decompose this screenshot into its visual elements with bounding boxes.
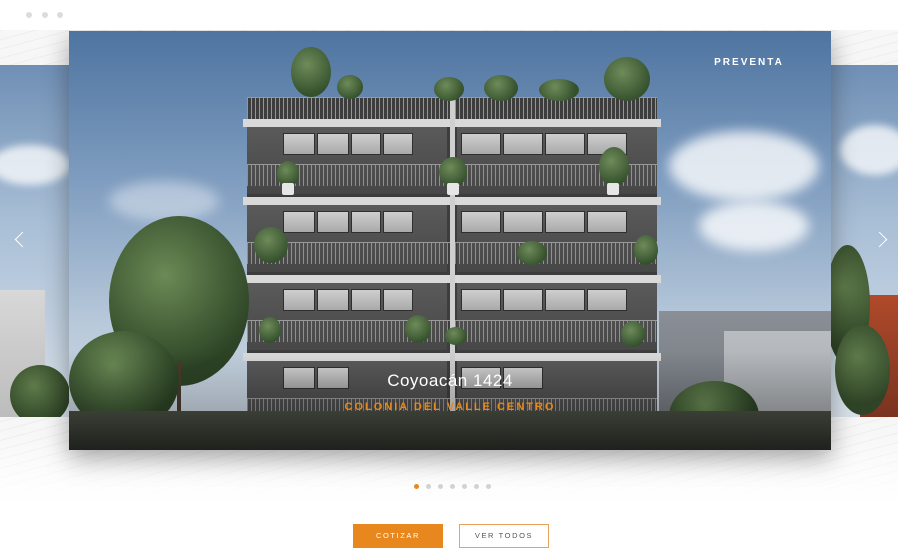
pagination-dot[interactable] xyxy=(438,484,443,489)
property-location: COLONIA DEL VALLE CENTRO xyxy=(344,401,556,413)
pagination-dot[interactable] xyxy=(474,484,479,489)
plant-image xyxy=(604,57,650,101)
window-chrome xyxy=(0,0,898,30)
plant-image xyxy=(621,321,645,347)
background-fade xyxy=(0,440,898,560)
planter-pot xyxy=(282,183,294,195)
window xyxy=(503,289,543,311)
window xyxy=(503,133,543,155)
cloud-image xyxy=(669,131,819,201)
planter-pot xyxy=(607,183,619,195)
window xyxy=(545,211,585,233)
pagination-dot[interactable] xyxy=(450,484,455,489)
plant-image xyxy=(434,77,464,101)
window xyxy=(545,133,585,155)
pagination-dot[interactable] xyxy=(414,484,419,489)
pagination-dot[interactable] xyxy=(462,484,467,489)
plant-image xyxy=(337,75,363,99)
window xyxy=(283,133,315,155)
window xyxy=(503,211,543,233)
pagination-dot[interactable] xyxy=(426,484,431,489)
window xyxy=(317,289,349,311)
plant-image xyxy=(405,315,431,343)
plant-image xyxy=(599,147,629,187)
window xyxy=(383,133,413,155)
window xyxy=(461,289,501,311)
window xyxy=(383,289,413,311)
chevron-left-icon[interactable] xyxy=(14,230,31,250)
tree-image xyxy=(10,365,70,417)
tree-image xyxy=(835,325,890,415)
previous-slide-preview[interactable] xyxy=(0,65,70,417)
window xyxy=(283,289,315,311)
active-slide[interactable]: PREVENTA Coyoacán 1424 COLONIA DEL VALLE… xyxy=(69,31,831,450)
window xyxy=(461,211,501,233)
window xyxy=(351,211,381,233)
window-dot xyxy=(42,12,48,18)
chevron-right-icon[interactable] xyxy=(871,230,888,250)
window xyxy=(587,289,627,311)
plant-image xyxy=(484,75,518,101)
window-dot xyxy=(57,12,63,18)
window xyxy=(283,211,315,233)
cloud-image xyxy=(109,181,219,221)
window xyxy=(351,289,381,311)
status-badge: PREVENTA xyxy=(714,57,784,68)
pagination-dot[interactable] xyxy=(486,484,491,489)
property-title: Coyoacán 1424 xyxy=(387,371,513,390)
window-dot xyxy=(26,12,32,18)
window xyxy=(587,211,627,233)
window xyxy=(317,211,349,233)
plant-image xyxy=(539,79,579,101)
cotizar-button[interactable]: COTIZAR xyxy=(353,524,443,548)
window xyxy=(351,133,381,155)
window xyxy=(383,211,413,233)
ver-todos-button[interactable]: VER TODOS xyxy=(459,524,549,548)
window xyxy=(461,133,501,155)
plant-image xyxy=(259,317,281,343)
plant-image xyxy=(517,241,547,265)
plant-image xyxy=(254,227,288,263)
window xyxy=(317,133,349,155)
window xyxy=(545,289,585,311)
plant-image xyxy=(634,235,658,265)
planter-pot xyxy=(447,183,459,195)
plant-image xyxy=(445,327,467,345)
plant-image xyxy=(291,47,331,97)
cloud-image xyxy=(699,201,809,251)
property-carousel-page: PREVENTA Coyoacán 1424 COLONIA DEL VALLE… xyxy=(0,0,898,560)
